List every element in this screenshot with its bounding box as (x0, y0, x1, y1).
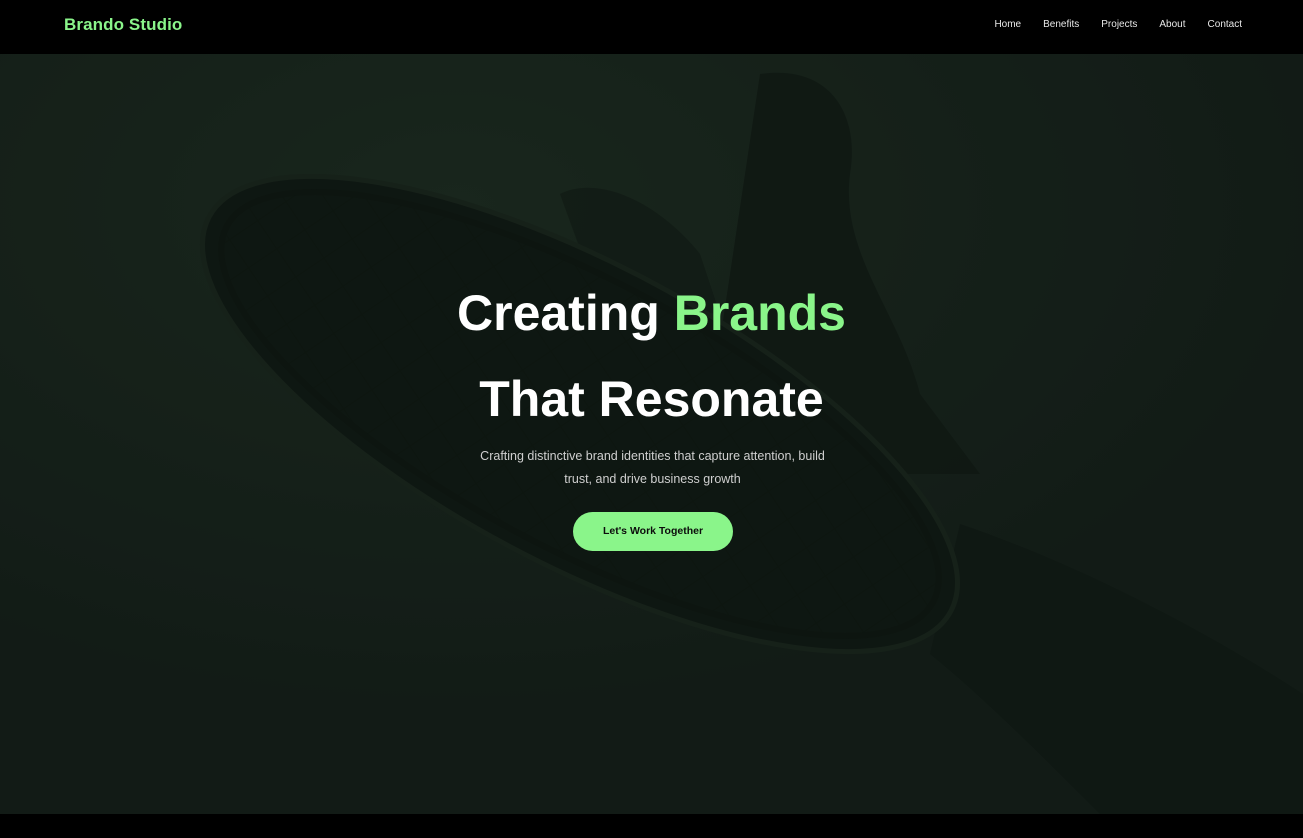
nav-links: Home Benefits Projects About Contact (972, 19, 1242, 30)
nav-benefits[interactable]: Benefits (1043, 19, 1079, 30)
work-together-button[interactable]: Let's Work Together (573, 512, 733, 551)
hero-section: Creating Brands That Resonate Crafting d… (0, 54, 1303, 814)
hero-title-accent: Brands (673, 285, 846, 341)
navbar: Brando Studio Home Benefits Projects Abo… (0, 0, 1303, 54)
nav-home[interactable]: Home (994, 19, 1021, 30)
nav-projects[interactable]: Projects (1101, 19, 1137, 30)
hero-content: Creating Brands That Resonate Crafting d… (0, 54, 1303, 814)
hero-subtitle: Crafting distinctive brand identities th… (480, 449, 825, 486)
brand-logo[interactable]: Brando Studio (64, 15, 182, 35)
hero-title-part1: Creating (457, 285, 660, 341)
nav-contact[interactable]: Contact (1208, 19, 1242, 30)
hero-title-line2: That Resonate (479, 371, 824, 427)
hero-title: Creating Brands That Resonate (0, 270, 1303, 442)
nav-about[interactable]: About (1159, 19, 1185, 30)
footer-strip (0, 814, 1303, 838)
